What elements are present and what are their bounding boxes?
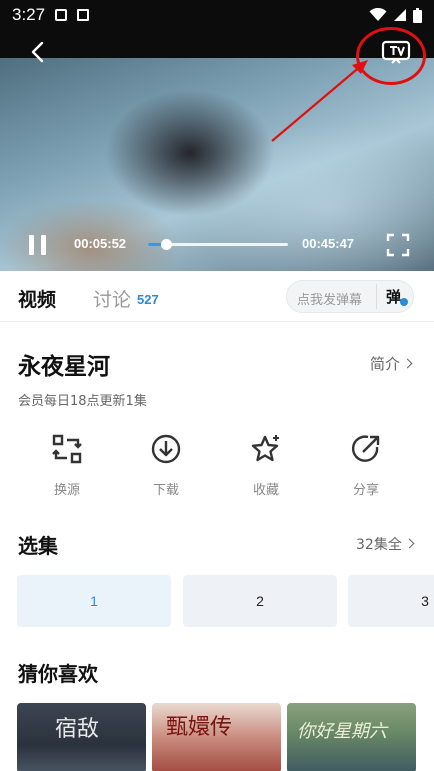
progress-slider[interactable] (148, 239, 288, 250)
chevron-right-icon (402, 358, 413, 369)
episode-1-button[interactable]: 1 (17, 575, 171, 627)
chevron-right-icon (404, 538, 415, 549)
notification-a-icon (55, 9, 68, 21)
pause-bar-right (41, 235, 46, 255)
poster-title: 你好星期六 (297, 721, 387, 742)
back-icon[interactable] (26, 40, 50, 64)
episode-3-button[interactable]: 3 (348, 575, 434, 627)
swap-source-icon (52, 434, 82, 464)
notification-book-icon (77, 9, 90, 21)
poster-title: 甄嬛传 (166, 715, 233, 740)
recommend-card[interactable]: 宿敌 (17, 703, 146, 771)
player-controls: 00:05:52 00:45:47 (0, 228, 434, 262)
update-info: 会员每日18点更新1集 (18, 394, 147, 409)
danmu-divider (376, 284, 377, 309)
tab-video[interactable]: 视频 (18, 285, 56, 312)
recommend-card[interactable]: 你好星期六 (287, 703, 416, 771)
danmu-bar: 点我发弹幕 弹 (286, 280, 414, 313)
recommend-card[interactable]: 甄嬛传 (152, 703, 281, 771)
episodes-all-link[interactable]: 32集全 (356, 534, 415, 554)
intro-label: 简介 (370, 355, 401, 373)
tab-discuss[interactable]: 讨论 (93, 285, 131, 312)
episodes-title: 选集 (18, 534, 58, 558)
tab-bar: 视频 讨论 527 点我发弹幕 弹 (0, 271, 434, 322)
danmu-toggle-button[interactable]: 弹 (386, 286, 401, 307)
current-time: 00:05:52 (74, 236, 127, 251)
progress-handle[interactable] (160, 239, 172, 250)
favorite-label: 收藏 (252, 483, 279, 498)
recommend-list: 宿敌 甄嬛传 你好星期六 (17, 703, 434, 771)
show-title: 永夜星河 (18, 354, 110, 380)
intro-link[interactable]: 简介 (370, 353, 413, 374)
episode-2-button[interactable]: 2 (183, 575, 337, 627)
share-icon (351, 435, 380, 462)
download-label: 下载 (152, 483, 179, 498)
recommend-title: 猜你喜欢 (18, 662, 98, 686)
discuss-count: 527 (137, 292, 159, 307)
status-bar: 3:27 (0, 0, 434, 30)
poster-title: 宿敌 (55, 717, 100, 742)
danmu-check-icon (400, 298, 408, 306)
download-icon (151, 434, 181, 464)
total-time: 00:45:47 (302, 236, 355, 251)
share-label: 分享 (352, 483, 379, 498)
video-player[interactable]: 3:27 00:05:52 00:45:47 (0, 0, 434, 271)
swap-source-button[interactable]: 换源 (37, 433, 97, 498)
wifi-icon (369, 8, 387, 21)
danmu-input[interactable]: 点我发弹幕 (297, 289, 362, 308)
episode-list: 1 2 3 (17, 575, 434, 627)
status-time: 3:27 (12, 5, 46, 24)
battery-icon (413, 7, 422, 23)
action-row: 换源 下载 收藏 分享 (0, 433, 434, 503)
favorite-button[interactable]: 收藏 (236, 433, 296, 498)
pause-button[interactable] (27, 235, 49, 257)
share-button[interactable]: 分享 (336, 433, 396, 498)
swap-source-label: 换源 (53, 483, 80, 498)
fullscreen-icon[interactable] (386, 233, 410, 257)
signal-icon (394, 9, 406, 21)
download-button[interactable]: 下载 (136, 433, 196, 498)
episodes-all-label: 32集全 (356, 537, 402, 553)
annotation-arrow (271, 60, 368, 142)
pause-bar-left (29, 235, 34, 255)
star-icon (251, 435, 279, 462)
